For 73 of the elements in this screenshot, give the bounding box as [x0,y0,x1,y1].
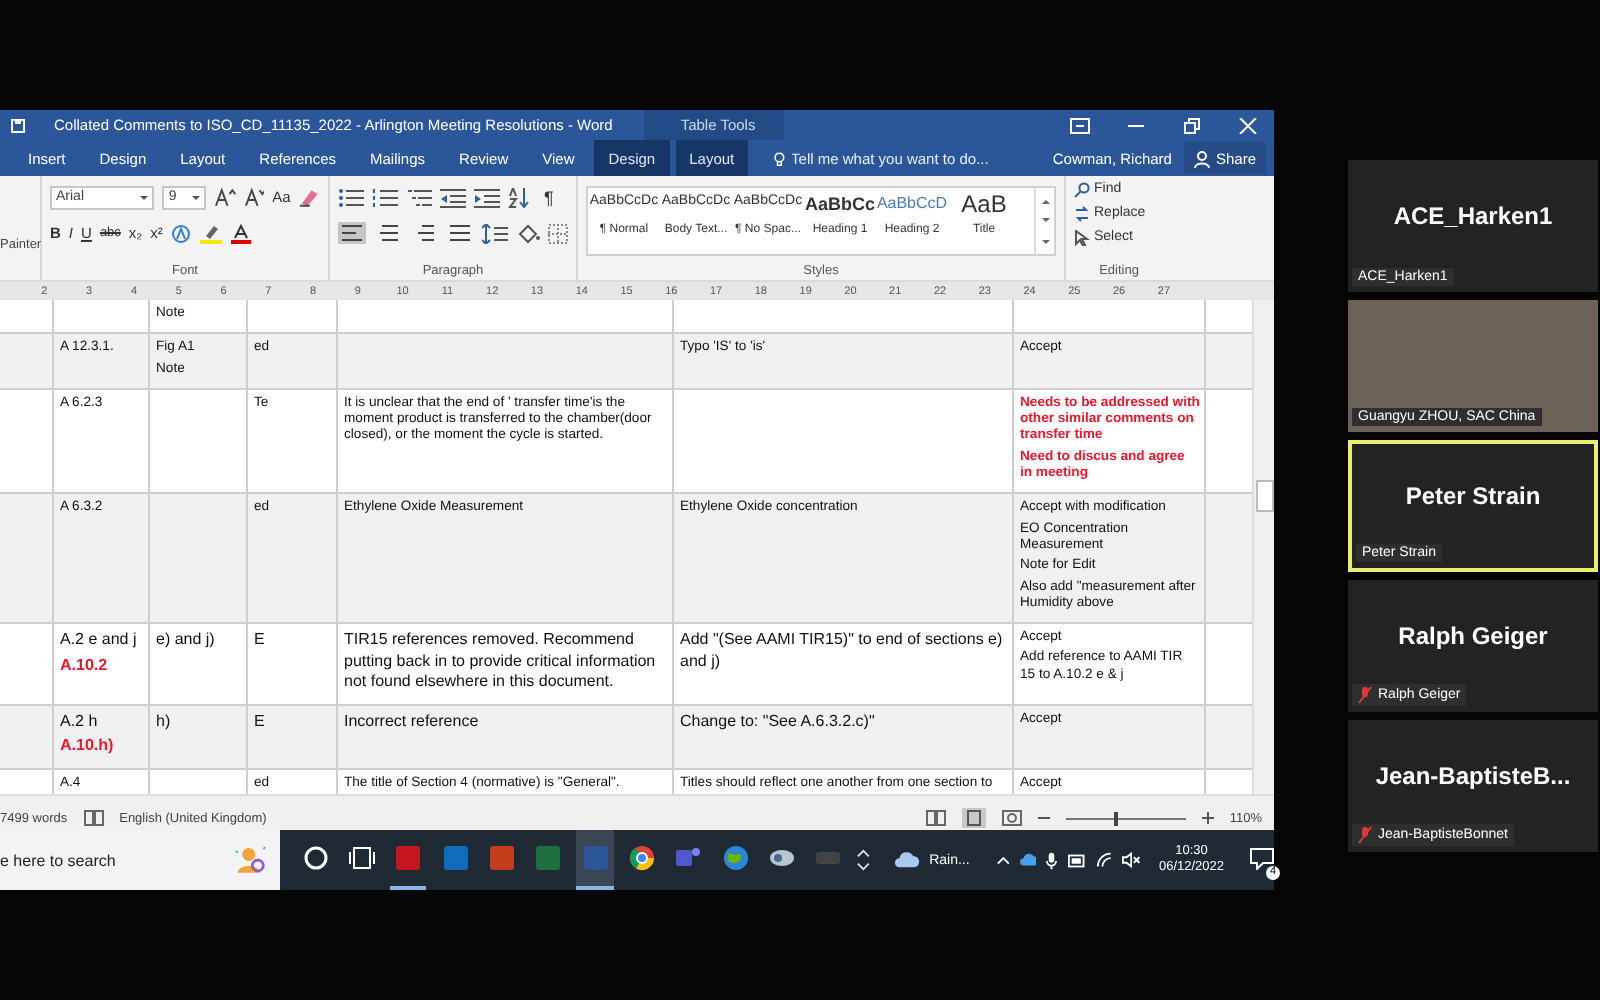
close-icon[interactable] [1238,117,1258,133]
cell-text: E [254,711,267,733]
proofing-icon[interactable] [83,810,104,826]
overflow-arrows-icon[interactable] [856,846,872,874]
app-tile-icon [487,844,516,872]
decrease-indent-icon[interactable] [440,187,466,207]
numbering-icon[interactable] [372,187,398,207]
microphone-icon[interactable] [1046,851,1058,869]
app-tile-icon [441,844,470,872]
cell-text: A.2 e and j [60,630,139,652]
cell-text: e) and j) [156,630,217,652]
globe-icon [721,844,750,872]
font-color-icon[interactable] [230,223,253,243]
participant-name: Ralph Geiger [1398,622,1548,650]
cursor-icon [1074,229,1090,245]
app-tile-icon [581,844,610,872]
cell-text: A.2 h [60,711,100,733]
cell-text: Add "(See AAMI TIR15)" to end of sections e) and j) [680,630,1005,673]
circle-icon [301,844,330,872]
web-layout-icon[interactable] [1001,810,1022,826]
align-button[interactable] [446,222,474,244]
align-button[interactable] [338,222,366,244]
cell-text: Change to: "See A.6.3.2.c)" [680,711,877,733]
shading-icon[interactable] [516,223,540,243]
highlighter-icon[interactable] [200,223,223,243]
search-icon [1074,181,1090,197]
cell-text: TIR15 references removed. Recommend putting back in to provide critical information not found elsewhere in this document. [344,630,658,694]
task-view-icon [347,844,376,872]
increase-indent-icon[interactable] [474,187,500,207]
gallery-scroll-buttons[interactable] [1034,188,1054,254]
app-tile-icon [534,844,563,872]
ribbon-display-icon[interactable] [1070,117,1090,133]
chevron-up-icon[interactable] [995,852,1011,868]
borders-icon[interactable] [548,223,568,243]
cell-text: A.10.h) [60,736,116,758]
restore-icon[interactable] [1182,117,1202,133]
person-icon [1193,149,1210,167]
cell-text: h) [156,711,173,733]
shrink-font-icon[interactable] [243,187,265,207]
multilevel-list-icon[interactable] [406,187,432,207]
participant-name: Peter Strain [1405,482,1541,510]
disc-icon [767,844,796,872]
zoom-in-icon[interactable] [1201,812,1214,824]
read-mode-icon[interactable] [925,810,946,826]
replace-icon [1074,205,1090,221]
save-icon[interactable] [10,117,26,133]
lightbulb-icon [774,149,786,167]
zoom-out-icon[interactable] [1037,812,1050,824]
cell-text: A.10.2 [60,655,110,677]
wifi-icon[interactable] [1096,852,1113,868]
clear-formatting-icon[interactable] [298,187,321,207]
sort-icon[interactable] [508,187,530,207]
participant-name: Jean-BaptisteB... [1375,762,1571,790]
grow-font-icon[interactable] [213,187,236,207]
battery-icon[interactable] [1067,853,1087,867]
align-button[interactable] [374,222,402,244]
cloud-icon[interactable] [893,850,920,870]
browser-icon [627,844,656,872]
line-spacing-icon[interactable] [482,223,508,243]
show-marks-button[interactable]: ¶ [544,187,554,207]
app-tile-icon [394,844,423,872]
vertical-scrollbar[interactable] [1252,300,1274,794]
text-effects-icon[interactable] [170,223,193,243]
print-layout-icon[interactable] [961,808,986,828]
cell-text: Incorrect reference [344,711,481,733]
horizontal-scrollbar[interactable] [0,794,1274,806]
participant-name: ACE_Harken1 [1393,202,1553,230]
bullets-icon[interactable] [338,187,364,207]
cell-text: E [254,630,267,652]
cloud-icon[interactable] [1020,852,1037,868]
speaker-muted-icon[interactable] [1122,852,1141,868]
search-field[interactable]: e here to search [0,830,280,890]
chat-app-icon [674,844,703,872]
